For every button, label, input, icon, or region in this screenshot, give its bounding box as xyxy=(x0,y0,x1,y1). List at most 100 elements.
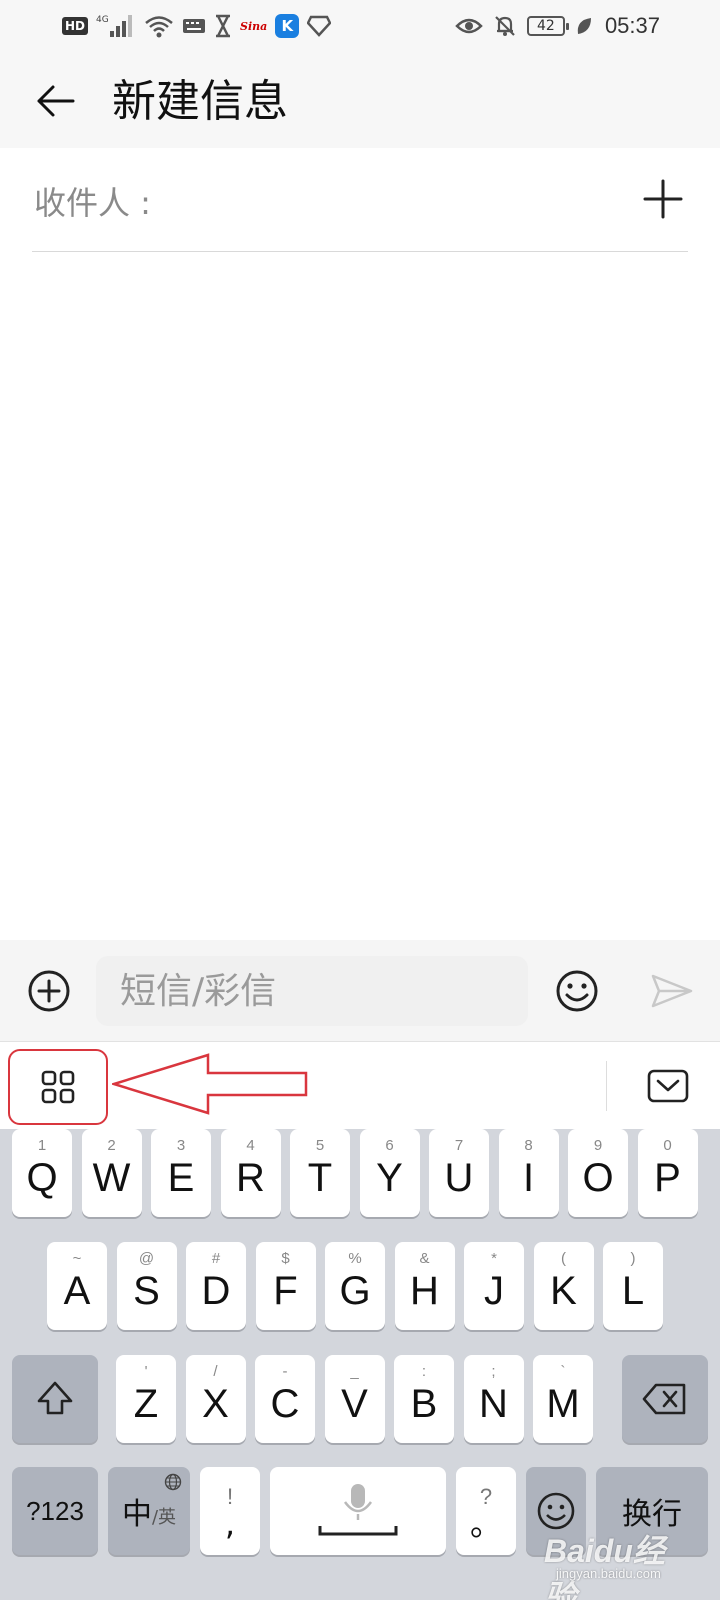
clock: 05:37 xyxy=(604,13,660,38)
key-hint: 5 xyxy=(315,1137,325,1154)
circle-plus-icon xyxy=(28,970,70,1012)
period-key[interactable]: ? 。 xyxy=(456,1467,516,1555)
key-p[interactable]: 0P xyxy=(637,1129,698,1217)
smiley-icon xyxy=(556,970,598,1012)
key-i[interactable]: 8I xyxy=(498,1129,559,1217)
keyboard-icon xyxy=(182,17,206,35)
key-w[interactable]: 2W xyxy=(81,1129,142,1217)
message-input[interactable] xyxy=(96,956,528,1026)
key-b[interactable]: :B xyxy=(394,1355,454,1443)
key-label: V xyxy=(341,1381,368,1426)
comma-key[interactable]: ! , xyxy=(200,1467,260,1555)
attach-button[interactable] xyxy=(26,968,72,1014)
key-hint: 6 xyxy=(385,1137,394,1154)
key-label: D xyxy=(201,1268,231,1313)
back-button[interactable] xyxy=(30,76,80,126)
hd-icon: HD xyxy=(62,17,89,35)
shift-icon xyxy=(37,1381,73,1415)
key-e[interactable]: 3E xyxy=(151,1129,211,1217)
wifi-icon xyxy=(144,14,174,38)
period-key-label: 。 xyxy=(469,1505,502,1543)
key-z[interactable]: ' Z xyxy=(116,1355,176,1443)
key-label: S xyxy=(133,1268,160,1313)
key-hint: - xyxy=(282,1363,288,1380)
key-label: N xyxy=(479,1381,508,1426)
key-hint: * xyxy=(491,1250,497,1267)
key-y[interactable]: 6Y xyxy=(359,1129,420,1217)
shift-key[interactable] xyxy=(12,1355,98,1443)
backspace-icon xyxy=(642,1383,686,1415)
key-label: Z xyxy=(133,1381,159,1426)
key-hint: 8 xyxy=(524,1137,533,1154)
keyboard-hide-icon xyxy=(647,1069,689,1103)
key-label: R xyxy=(236,1155,265,1200)
comma-key-label: , xyxy=(224,1505,236,1543)
key-hint: : xyxy=(421,1363,427,1380)
key-hint: 9 xyxy=(593,1137,603,1154)
key-s[interactable]: @ S xyxy=(116,1242,177,1330)
language-switch-key[interactable]: 中 /英 xyxy=(108,1467,190,1555)
red-arrow-annotation xyxy=(112,1053,308,1115)
key-label: G xyxy=(339,1268,371,1313)
send-icon xyxy=(651,974,693,1008)
symbols-key[interactable]: ?123 xyxy=(12,1467,98,1555)
keyboard-menu-button[interactable] xyxy=(8,1049,108,1125)
key-j[interactable]: * J xyxy=(464,1242,524,1330)
watermark-url: jingyan.baidu.com xyxy=(556,1566,661,1581)
key-label: J xyxy=(484,1268,504,1313)
eye-icon xyxy=(455,16,483,36)
emoji-button[interactable] xyxy=(554,968,600,1014)
key-hint: 3 xyxy=(176,1137,186,1154)
backspace-key[interactable] xyxy=(622,1355,708,1443)
plus-icon xyxy=(643,179,683,219)
key-a[interactable]: ~ A xyxy=(47,1242,107,1330)
key-hint: & xyxy=(419,1250,430,1267)
title-bar: 新建信息 xyxy=(0,52,720,148)
key-q[interactable]: 1Q xyxy=(12,1129,72,1217)
key-g[interactable]: % G xyxy=(325,1242,385,1330)
key-hint: 4 xyxy=(246,1137,255,1154)
page-title: 新建信息 xyxy=(112,76,288,127)
key-hint: ) xyxy=(630,1250,636,1267)
key-hint: $ xyxy=(281,1250,290,1267)
send-button[interactable] xyxy=(648,970,696,1012)
key-label: X xyxy=(202,1381,229,1426)
microphone-icon xyxy=(318,1484,398,1536)
recipient-field[interactable]: 收件人 : xyxy=(32,148,688,252)
keyboard-toolbar xyxy=(0,1043,720,1129)
hide-keyboard-button[interactable] xyxy=(646,1067,690,1105)
smiley-icon xyxy=(537,1492,575,1530)
key-label: B xyxy=(410,1381,438,1426)
key-hint: 1 xyxy=(37,1137,47,1154)
key-l[interactable]: ) L xyxy=(603,1242,663,1330)
key-r[interactable]: 4R xyxy=(220,1129,281,1217)
lang-main-label: 中 xyxy=(121,1497,152,1532)
add-contact-button[interactable] xyxy=(638,174,688,224)
key-hint: ( xyxy=(561,1250,566,1267)
status-bar-right: 42 05:37 xyxy=(455,10,660,42)
key-label: P xyxy=(654,1155,681,1200)
key-label: F xyxy=(273,1268,298,1313)
key-h[interactable]: & H xyxy=(394,1242,455,1330)
key-hint: 7 xyxy=(454,1137,464,1154)
key-label: U xyxy=(444,1155,474,1200)
key-t[interactable]: 5T xyxy=(290,1129,350,1217)
key-label: H xyxy=(410,1268,439,1313)
globe-icon xyxy=(164,1473,182,1491)
key-k[interactable]: (K xyxy=(533,1242,594,1330)
key-c[interactable]: -C xyxy=(255,1355,315,1443)
key-hint: ~ xyxy=(72,1250,82,1267)
key-f[interactable]: $ F xyxy=(255,1242,316,1330)
space-key[interactable] xyxy=(270,1467,446,1555)
key-u[interactable]: 7U xyxy=(429,1129,489,1217)
key-d[interactable]: # D xyxy=(186,1242,246,1330)
key-n[interactable]: ; N xyxy=(463,1355,524,1443)
key-v[interactable]: _ V xyxy=(324,1355,385,1443)
key-o[interactable]: 9O xyxy=(568,1129,628,1217)
key-label: C xyxy=(270,1381,300,1426)
key-label: A xyxy=(63,1268,91,1313)
key-x[interactable]: / X xyxy=(185,1355,246,1443)
keyboard: 1Q2W3E4R5T6Y7U8I9O0P ~ A @ S # D $ F% G & H * J(K) L … xyxy=(0,1129,720,1600)
key-hint: ` xyxy=(560,1363,566,1380)
key-m[interactable]: ` M xyxy=(533,1355,593,1443)
